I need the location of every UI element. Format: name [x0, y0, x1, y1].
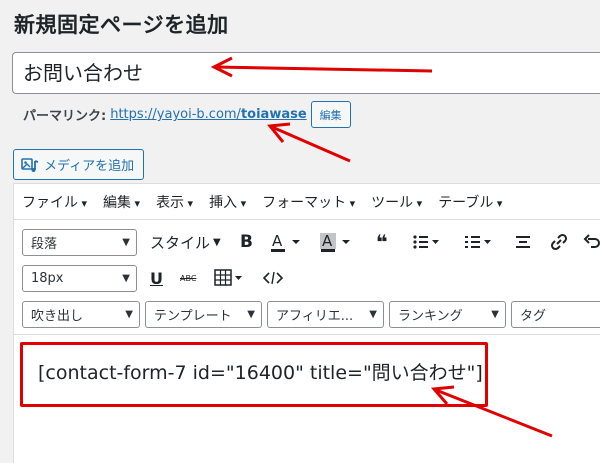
editor-menubar: ファイル 編集 表示 挿入 フォーマット ツール テーブル: [14, 184, 600, 220]
post-title-input[interactable]: お問い合わせ: [12, 52, 600, 94]
style-dropdown-label: スタイル: [150, 233, 211, 252]
undo-icon: [583, 234, 600, 248]
toolbar-row-2: 18px ▼ U ABC: [14, 262, 600, 294]
code-button[interactable]: [262, 268, 284, 288]
menu-format[interactable]: フォーマット: [262, 192, 355, 212]
menu-view[interactable]: 表示: [156, 192, 193, 212]
media-icon: [21, 157, 39, 172]
balloon-select[interactable]: 吹き出し ▼: [22, 300, 140, 328]
strikethrough-button[interactable]: ABC: [180, 274, 196, 283]
template-select-value: テンプレート: [154, 308, 232, 324]
permalink-label: パーマリンク:: [23, 109, 107, 124]
toolbar-row-3: 吹き出し ▼ テンプレート ▼ アフィリエ... ▼ ランキング ▼ タグ: [14, 298, 600, 330]
chevron-down-icon: ▼: [213, 236, 221, 248]
font-size-select[interactable]: 18px ▼: [22, 264, 137, 292]
chevron-down-icon: ▼: [369, 308, 377, 320]
numbered-list-button[interactable]: [464, 232, 494, 252]
add-media-label: メディアを追加: [44, 159, 135, 174]
annotation-arrow-slug: [267, 122, 351, 163]
permalink-slug: toiawase: [240, 107, 307, 122]
menu-tools[interactable]: ツール: [371, 192, 422, 212]
style-dropdown[interactable]: スタイル ▼: [150, 232, 221, 253]
undo-button[interactable]: [582, 232, 600, 252]
svg-text:A: A: [272, 232, 283, 250]
menu-table[interactable]: テーブル: [438, 192, 502, 212]
code-icon: [262, 271, 284, 285]
blockquote-icon[interactable]: ❝: [376, 230, 388, 254]
chevron-down-icon: ▼: [491, 308, 499, 320]
align-center-button[interactable]: [514, 233, 532, 251]
page-title: 新規固定ページを追加: [14, 13, 229, 37]
permalink-base: https://yayoi-b.com/: [110, 107, 241, 122]
add-media-button[interactable]: メディアを追加: [13, 149, 145, 180]
permalink-row: パーマリンク: https://yayoi-b.com/toiawase 編集: [23, 101, 351, 128]
toolbar-row-1: 段落 ▼ スタイル ▼ B A A ❝: [14, 226, 600, 258]
paragraph-select[interactable]: 段落 ▼: [22, 228, 137, 256]
wp-editor-page: 新規固定ページを追加 お問い合わせ パーマリンク: https://yayoi-…: [0, 0, 600, 463]
chevron-down-icon: ▼: [122, 272, 130, 284]
template-select[interactable]: テンプレート ▼: [145, 300, 262, 328]
background-color-button[interactable]: A: [320, 231, 354, 253]
numbered-list-icon: [465, 236, 491, 248]
permalink-link[interactable]: https://yayoi-b.com/toiawase: [110, 107, 306, 122]
bold-button[interactable]: B: [240, 232, 253, 252]
chevron-down-icon: ▼: [122, 236, 130, 248]
balloon-select-value: 吹き出し: [31, 308, 84, 324]
link-icon: [550, 233, 568, 251]
highlight-icon: A: [320, 232, 350, 252]
font-size-value: 18px: [31, 270, 64, 286]
paragraph-select-value: 段落: [31, 236, 58, 252]
svg-text:A: A: [322, 232, 333, 250]
insert-link-button[interactable]: [549, 232, 569, 252]
bullet-list-icon: [413, 235, 439, 249]
permalink-edit-button[interactable]: 編集: [310, 101, 351, 128]
menu-edit[interactable]: 編集: [103, 192, 140, 212]
affiliate-select[interactable]: アフィリエ... ▼: [267, 300, 384, 328]
underline-button[interactable]: U: [150, 269, 163, 288]
menu-insert[interactable]: 挿入: [209, 192, 246, 212]
ranking-select-value: ランキング: [398, 308, 463, 324]
chevron-down-icon: ▼: [247, 308, 255, 320]
menu-file[interactable]: ファイル: [22, 192, 87, 212]
ranking-select[interactable]: ランキング ▼: [389, 300, 506, 328]
text-color-button[interactable]: A: [270, 231, 304, 253]
table-icon: [214, 269, 242, 286]
tag-select[interactable]: タグ: [511, 300, 600, 328]
classic-editor: ファイル 編集 表示 挿入 フォーマット ツール テーブル 段落▼ スタイル▼ …: [13, 183, 600, 463]
text-color-icon: A: [271, 232, 300, 252]
chevron-down-icon: ▼: [125, 308, 133, 320]
bullet-list-button[interactable]: [412, 232, 442, 252]
affiliate-select-value: アフィリエ...: [276, 308, 354, 324]
tag-select-value: タグ: [520, 308, 547, 324]
align-center-icon: [516, 236, 530, 248]
annotation-highlight-box: [20, 342, 488, 407]
table-button[interactable]: [214, 268, 246, 288]
